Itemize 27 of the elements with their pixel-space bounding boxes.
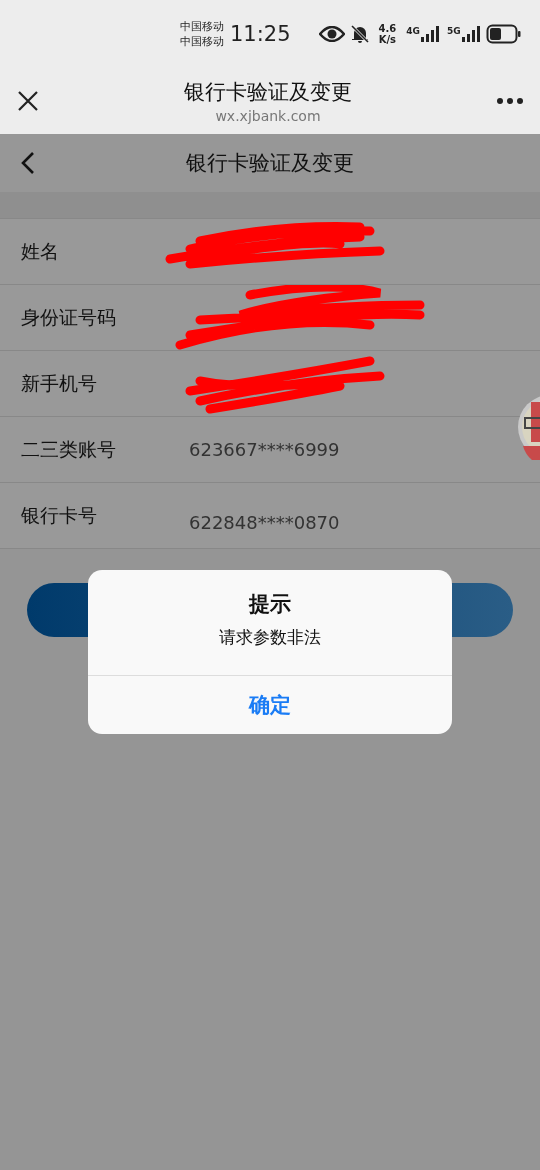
field-label: 新手机号 <box>20 370 98 396</box>
network-type: 4G <box>406 26 420 36</box>
field-label: 姓名 <box>20 238 60 264</box>
close-button[interactable] <box>16 89 40 113</box>
carrier-name: 中国移动 <box>180 34 224 49</box>
field-value: 623667****6999 <box>189 439 340 460</box>
carrier-name: 中国移动 <box>180 19 224 34</box>
signal-icon <box>461 26 480 42</box>
field-label: 身份证号码 <box>20 304 117 330</box>
nav-title: 银行卡验证及变更 <box>186 150 354 177</box>
page-url: wx.xjbank.com <box>215 108 321 124</box>
network-speed: 4.6 <box>378 23 397 34</box>
field-label: 银行卡号 <box>20 502 98 528</box>
muted-bell-icon <box>350 24 369 44</box>
network-type: 5G <box>446 26 461 36</box>
speed-unit: K/s <box>378 34 397 45</box>
dialog-message: 请求参数非法 <box>219 626 321 649</box>
eye-icon <box>318 26 345 42</box>
dialog-title: 提示 <box>249 591 291 618</box>
field-label: 二三类账号 <box>20 436 117 462</box>
more-button[interactable] <box>496 97 524 105</box>
clock-time: 11:25 <box>230 22 291 46</box>
page-title: 银行卡验证及变更 <box>184 79 352 106</box>
field-value: 622848****0870 <box>189 512 340 533</box>
battery-icon <box>485 24 522 44</box>
signal-icon <box>420 26 439 42</box>
confirm-button[interactable]: 确定 <box>88 676 452 734</box>
